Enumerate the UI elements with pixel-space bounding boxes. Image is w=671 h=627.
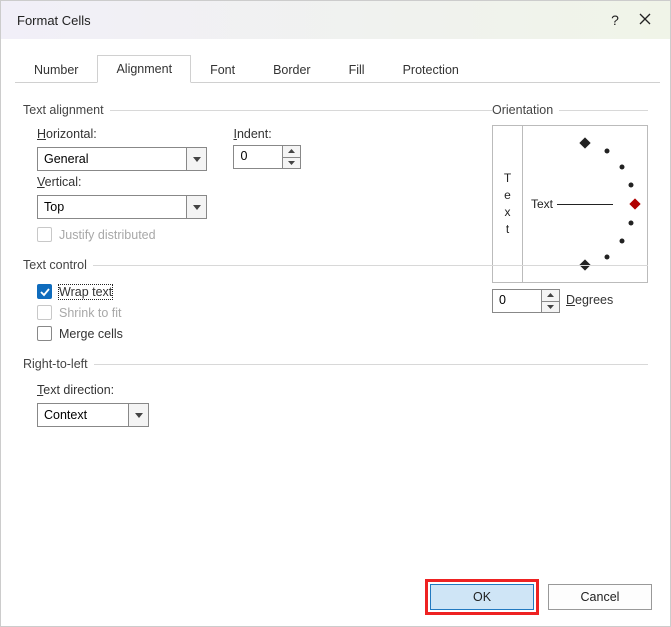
chevron-down-icon — [128, 404, 148, 426]
horizontal-label: Horizontal: — [37, 127, 207, 141]
text-direction-label: Text direction: — [37, 383, 648, 397]
vertical-value: Top — [38, 200, 186, 214]
degrees-spinner[interactable]: 0 — [492, 289, 560, 313]
chevron-down-icon — [186, 196, 206, 218]
text-alignment-label: Text alignment — [23, 103, 110, 117]
spinner-buttons — [282, 146, 300, 168]
indent-spinner[interactable]: 0 — [233, 145, 301, 169]
window-title: Format Cells — [11, 13, 600, 28]
horizontal-combo[interactable]: General — [37, 147, 207, 171]
orientation-tick-icon — [605, 148, 610, 153]
tab-protection[interactable]: Protection — [384, 56, 478, 83]
text-control-label: Text control — [23, 258, 93, 272]
orientation-section: Orientation Text Text — [492, 101, 648, 313]
orientation-panel: Text Text — [492, 125, 648, 283]
rtl-label: Right-to-left — [23, 357, 94, 371]
close-icon — [639, 13, 651, 25]
shrink-label: Shrink to fit — [59, 306, 122, 320]
vertical-combo[interactable]: Top — [37, 195, 207, 219]
indent-label: Indent: — [233, 127, 301, 141]
text-direction-value: Context — [38, 408, 128, 422]
wrap-text-label: Wrap text — [59, 285, 112, 299]
spinner-buttons — [541, 290, 559, 312]
divider — [23, 364, 648, 365]
tab-alignment[interactable]: Alignment — [97, 55, 191, 83]
orientation-tick-icon — [605, 255, 610, 260]
orientation-handle-icon — [629, 198, 640, 209]
format-cells-dialog: Format Cells ? Number Alignment Font Bor… — [0, 0, 671, 627]
merge-label: Merge cells — [59, 327, 123, 341]
spin-down-icon[interactable] — [283, 158, 300, 169]
orientation-tick-icon — [579, 137, 590, 148]
tab-fill[interactable]: Fill — [330, 56, 384, 83]
degrees-label: Degrees — [566, 293, 613, 307]
vertical-label: Vertical: — [37, 175, 207, 189]
titlebar: Format Cells ? — [1, 1, 670, 39]
dialog-footer: OK Cancel — [1, 578, 670, 626]
orientation-tick-icon — [628, 220, 633, 225]
orientation-tick-icon — [620, 239, 625, 244]
text-direction-combo[interactable]: Context — [37, 403, 149, 427]
horizontal-value: General — [38, 152, 186, 166]
ok-button[interactable]: OK — [430, 584, 534, 610]
content-area: Text alignment Horizontal: General Verti… — [1, 83, 670, 578]
orientation-dial-text: Text — [531, 197, 553, 211]
orientation-tick-icon — [620, 164, 625, 169]
spin-up-icon[interactable] — [542, 290, 559, 302]
orientation-vertical-text-button[interactable]: Text — [493, 126, 523, 282]
tab-font[interactable]: Font — [191, 56, 254, 83]
close-button[interactable] — [630, 12, 660, 28]
checkbox-box — [37, 305, 52, 320]
check-icon — [40, 287, 50, 297]
tab-strip: Number Alignment Font Border Fill Protec… — [15, 53, 660, 83]
orientation-tick-icon — [628, 183, 633, 188]
cancel-button[interactable]: Cancel — [548, 584, 652, 610]
checkbox-box — [37, 284, 52, 299]
degrees-value: 0 — [493, 290, 541, 312]
rtl-section: Right-to-left Text direction: Context — [23, 355, 648, 427]
spin-down-icon[interactable] — [542, 302, 559, 313]
spin-up-icon[interactable] — [283, 146, 300, 158]
chevron-down-icon — [186, 148, 206, 170]
help-button[interactable]: ? — [600, 12, 630, 28]
checkbox-box — [37, 227, 52, 242]
tab-number[interactable]: Number — [15, 56, 97, 83]
justify-distributed-label: Justify distributed — [59, 228, 156, 242]
orientation-dial[interactable]: Text — [523, 126, 647, 282]
checkbox-box — [37, 326, 52, 341]
tab-border[interactable]: Border — [254, 56, 330, 83]
orientation-indicator-line — [557, 204, 613, 205]
divider — [23, 265, 648, 266]
indent-value: 0 — [234, 146, 282, 168]
merge-cells-checkbox[interactable]: Merge cells — [37, 326, 648, 341]
orientation-label: Orientation — [492, 103, 559, 117]
